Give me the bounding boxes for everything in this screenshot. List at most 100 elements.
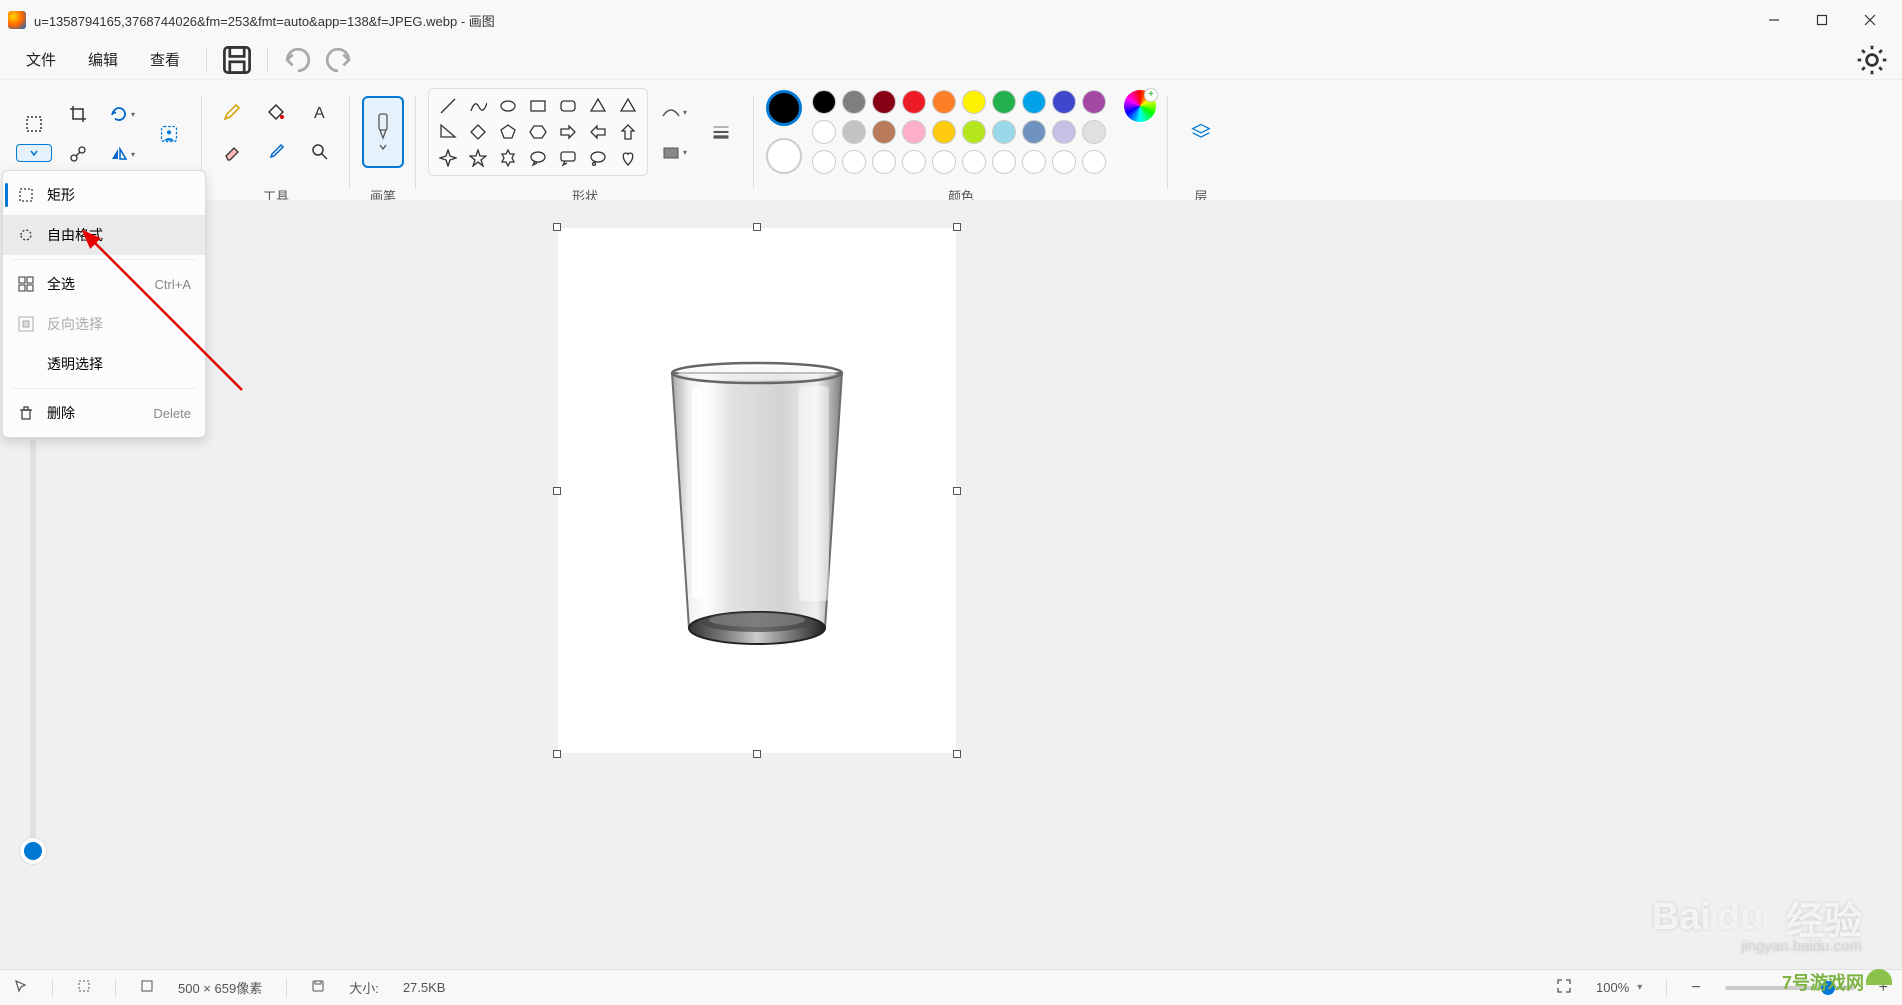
shape-arrow-up[interactable] <box>615 121 641 143</box>
resize-handle[interactable] <box>953 750 961 758</box>
color-swatch[interactable] <box>932 120 956 144</box>
color-swatch[interactable] <box>812 120 836 144</box>
color-swatch[interactable] <box>932 90 956 114</box>
color-swatch[interactable] <box>872 90 896 114</box>
resize-handle[interactable] <box>553 223 561 231</box>
color-swatch[interactable] <box>1082 150 1106 174</box>
color-swatch[interactable] <box>902 120 926 144</box>
zoom-dropdown-icon[interactable]: ▾ <box>1637 982 1642 993</box>
color-swatch[interactable] <box>962 150 986 174</box>
shape-arrow-right[interactable] <box>555 121 581 143</box>
minimize-button[interactable] <box>1750 4 1798 36</box>
color-picker-tool[interactable] <box>258 136 294 168</box>
menu-delete[interactable]: 删除 Delete <box>3 393 205 433</box>
color-swatch[interactable] <box>1022 150 1046 174</box>
resize-button[interactable] <box>60 138 96 170</box>
shape-polygon[interactable] <box>585 95 611 117</box>
resize-handle[interactable] <box>553 750 561 758</box>
shapes-gallery[interactable] <box>428 88 648 176</box>
shape-callout-round[interactable] <box>525 147 551 169</box>
crop-button[interactable] <box>60 98 96 130</box>
undo-button[interactable] <box>280 44 316 76</box>
color-swatch[interactable] <box>1052 90 1076 114</box>
color-swatch[interactable] <box>962 120 986 144</box>
rotate-button[interactable]: ▾ <box>104 98 140 130</box>
shape-heart[interactable] <box>615 147 641 169</box>
color-swatch[interactable] <box>1052 150 1076 174</box>
shape-rect[interactable] <box>525 95 551 117</box>
shape-fill-button[interactable]: ▾ <box>656 136 692 168</box>
color-swatch[interactable] <box>1082 120 1106 144</box>
text-tool[interactable]: A <box>302 96 338 128</box>
magnifier-tool[interactable] <box>302 136 338 168</box>
zoom-thumb[interactable] <box>24 842 42 860</box>
canvas-area[interactable] <box>0 200 1902 969</box>
menu-select-all[interactable]: 全选 Ctrl+A <box>3 264 205 304</box>
zoom-slider-thumb[interactable] <box>1821 981 1835 995</box>
layers-button[interactable] <box>1180 104 1222 160</box>
zoom-slider-horizontal[interactable] <box>1725 986 1855 990</box>
pencil-tool[interactable] <box>214 96 250 128</box>
flip-button[interactable]: ▾ <box>104 138 140 170</box>
resize-handle[interactable] <box>953 487 961 495</box>
brush-tool[interactable] <box>362 96 404 168</box>
color-swatch[interactable] <box>812 90 836 114</box>
color-secondary[interactable] <box>766 138 802 174</box>
zoom-in-button[interactable]: + <box>1879 979 1888 997</box>
color-swatch[interactable] <box>1082 90 1106 114</box>
color-swatch[interactable] <box>902 90 926 114</box>
menu-rectangle-select[interactable]: 矩形 <box>3 175 205 215</box>
fit-screen-icon[interactable] <box>1556 978 1572 997</box>
resize-handle[interactable] <box>953 223 961 231</box>
shape-right-triangle[interactable] <box>435 121 461 143</box>
color-swatch[interactable] <box>842 90 866 114</box>
maximize-button[interactable] <box>1798 4 1846 36</box>
fill-tool[interactable] <box>258 96 294 128</box>
resize-handle[interactable] <box>553 487 561 495</box>
color-swatch[interactable] <box>1022 120 1046 144</box>
color-swatch[interactable] <box>992 90 1016 114</box>
close-button[interactable] <box>1846 4 1894 36</box>
zoom-slider-vertical[interactable] <box>30 440 36 860</box>
shape-oval[interactable] <box>495 95 521 117</box>
color-swatch[interactable] <box>902 150 926 174</box>
menu-edit[interactable]: 编辑 <box>74 43 132 76</box>
color-primary[interactable] <box>766 90 802 126</box>
select-dropdown[interactable] <box>16 144 52 162</box>
save-button[interactable] <box>219 44 255 76</box>
color-swatch[interactable] <box>962 90 986 114</box>
menu-file[interactable]: 文件 <box>12 43 70 76</box>
settings-button[interactable] <box>1854 44 1890 76</box>
eraser-tool[interactable] <box>214 136 250 168</box>
edit-colors-button[interactable] <box>1124 90 1156 122</box>
color-swatch[interactable] <box>1052 120 1076 144</box>
shape-triangle[interactable] <box>615 95 641 117</box>
color-swatch[interactable] <box>992 120 1016 144</box>
color-swatch[interactable] <box>872 120 896 144</box>
shape-star5[interactable] <box>465 147 491 169</box>
shape-line[interactable] <box>435 95 461 117</box>
redo-button[interactable] <box>320 44 356 76</box>
resize-handle[interactable] <box>753 223 761 231</box>
color-swatch[interactable] <box>1022 90 1046 114</box>
color-swatch[interactable] <box>842 120 866 144</box>
remove-background-button[interactable] <box>148 106 190 162</box>
shape-diamond[interactable] <box>465 121 491 143</box>
shape-star4[interactable] <box>435 147 461 169</box>
shape-callout-rect[interactable] <box>555 147 581 169</box>
shape-star6[interactable] <box>495 147 521 169</box>
shape-pentagon[interactable] <box>495 121 521 143</box>
menu-view[interactable]: 查看 <box>136 43 194 76</box>
color-swatch[interactable] <box>992 150 1016 174</box>
select-tool[interactable] <box>16 106 52 142</box>
canvas[interactable] <box>558 228 956 753</box>
shape-curve[interactable] <box>465 95 491 117</box>
color-swatch[interactable] <box>812 150 836 174</box>
color-swatch[interactable] <box>872 150 896 174</box>
color-swatch[interactable] <box>842 150 866 174</box>
stroke-width-button[interactable] <box>700 104 742 160</box>
shape-arrow-left[interactable] <box>585 121 611 143</box>
shape-callout-cloud[interactable] <box>585 147 611 169</box>
shape-outline-button[interactable]: ▾ <box>656 96 692 128</box>
zoom-out-button[interactable]: − <box>1691 979 1700 997</box>
